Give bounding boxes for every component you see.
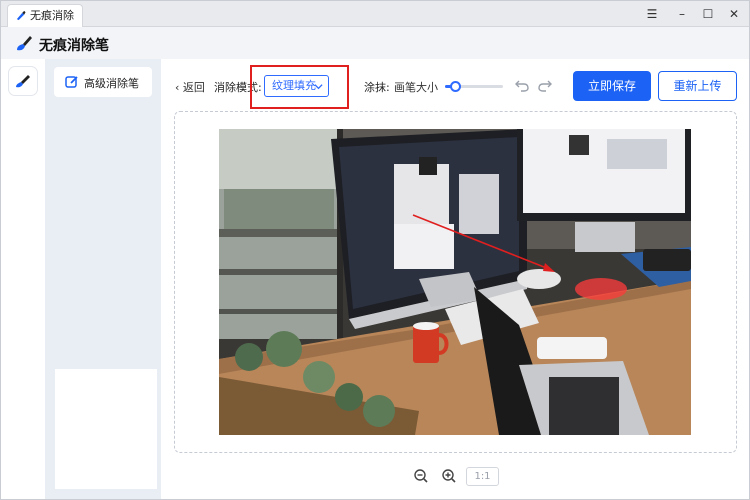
highlight-box [250,65,349,109]
edit-icon [65,76,78,88]
toolbar: ‹ 返回 消除模式: 纹理填充 涂抹: 画笔大小 立即保存 重新上传 [161,59,749,111]
back-label: 返回 [182,81,205,94]
image-canvas[interactable] [174,111,737,453]
menu-icon[interactable]: ☰ [643,5,661,23]
brush-size-handle[interactable] [450,81,462,92]
app-title: 无痕消除笔 [39,38,109,54]
actual-size-button[interactable]: 1:1 [466,467,499,486]
zoom-bar: 1:1 [161,465,749,489]
main-area: ‹ 返回 消除模式: 纹理填充 涂抹: 画笔大小 立即保存 重新上传 1:1 [161,59,749,499]
maximize-icon[interactable]: ☐ [699,5,717,23]
window-tab[interactable]: 无痕消除笔 [7,4,83,43]
redo-icon[interactable] [537,77,553,93]
app-window: 无痕消除笔 ☰ – ☐ ✕ 无痕消除笔 高级消除笔 [0,0,750,500]
sidebar-item-advanced-eraser[interactable]: 高级消除笔 [54,67,152,97]
minimize-icon[interactable]: – [673,5,691,23]
brush-logo-icon [17,36,32,51]
eraser-tool-button[interactable] [9,67,37,95]
brush-icon [16,75,30,88]
sidebar-item-label: 高级消除笔 [84,77,139,90]
photo-preview [219,129,691,435]
close-icon[interactable]: ✕ [725,5,743,23]
zoom-out-icon[interactable] [413,468,429,484]
sidebar-panel [55,369,157,489]
brush-icon [16,10,26,21]
chevron-left-icon: ‹ [175,81,183,94]
sidebar: 高级消除笔 [45,59,161,499]
brush-label: 涂抹: [364,81,390,94]
save-button[interactable]: 立即保存 [573,71,651,101]
title-bar: 无痕消除笔 ☰ – ☐ ✕ [1,1,749,43]
undo-icon[interactable] [514,77,530,93]
reupload-button[interactable]: 重新上传 [658,71,737,101]
brush-size-label: 画笔大小 [394,81,438,94]
zoom-in-icon[interactable] [441,468,457,484]
app-header: 无痕消除笔 [1,27,749,59]
tool-rail [1,59,45,499]
back-button[interactable]: ‹ 返回 [175,79,205,95]
brush-size-slider[interactable] [445,81,503,92]
